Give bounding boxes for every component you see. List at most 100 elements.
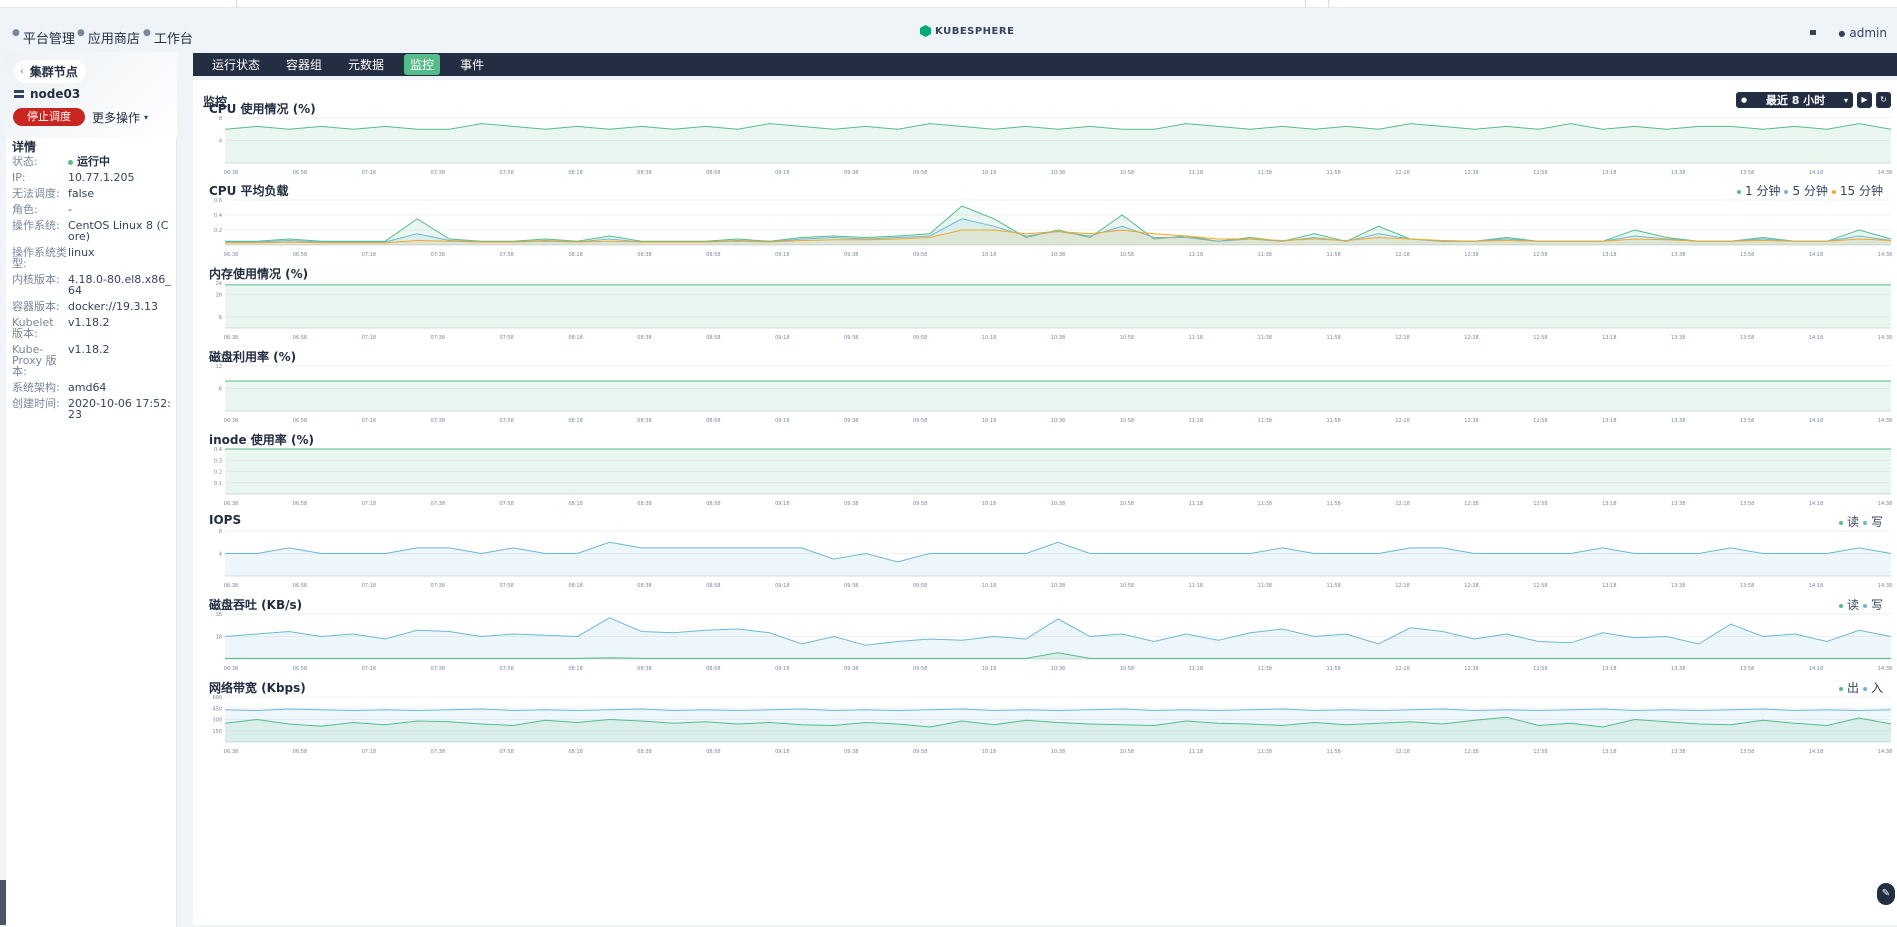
series-area	[225, 381, 1891, 411]
x-tick-label: 11:18	[1189, 501, 1203, 507]
stop-scheduling-button[interactable]: 停止调度	[13, 108, 85, 126]
y-tick-label: 450	[212, 706, 222, 712]
platform-icon: ●	[12, 27, 20, 38]
x-tick-label: 07:58	[499, 583, 513, 589]
x-tick-label: 07:18	[362, 749, 376, 755]
x-tick-label: 09:38	[844, 501, 858, 507]
logo-text: KUBESPHERE	[935, 25, 1015, 37]
x-tick-label: 08:18	[568, 666, 582, 672]
logo[interactable]: KUBESPHERE	[920, 25, 1014, 37]
detail-value: v1.18.2	[68, 343, 110, 356]
user-icon: ●	[1838, 28, 1846, 38]
tab-bar: 运行状态 容器组 元数据 监控 事件	[193, 53, 1897, 76]
y-tick-label: 0.1	[214, 481, 222, 487]
nav-store[interactable]: ● 应用商店	[77, 28, 140, 48]
detail-key: Kubelet 版本:	[12, 316, 54, 340]
x-tick-label: 08:18	[568, 335, 582, 341]
x-tick-label: 11:18	[1189, 170, 1203, 176]
detail-value: -	[68, 203, 72, 216]
x-tick-label: 07:58	[499, 335, 513, 341]
tab-0[interactable]: 运行状态	[206, 54, 266, 75]
user-menu[interactable]: ● admin	[1838, 26, 1887, 40]
y-tick-label: 0.3	[214, 458, 222, 464]
x-tick-label: 14:38	[1878, 666, 1892, 672]
nav-platform[interactable]: ● 平台管理	[12, 27, 75, 48]
more-actions-button[interactable]: 更多操作 ▾	[92, 109, 148, 126]
x-tick-label: 06:38	[224, 170, 238, 176]
detail-key: 系统架构:	[12, 381, 60, 394]
x-tick-label: 12:58	[1533, 170, 1547, 176]
x-tick-label: 07:38	[431, 583, 445, 589]
x-tick-label: 09:38	[844, 418, 858, 424]
x-tick-label: 13:38	[1671, 666, 1685, 672]
x-tick-label: 11:38	[1258, 252, 1272, 258]
x-tick-label: 07:38	[431, 335, 445, 341]
series-area	[225, 542, 1891, 576]
detail-row: 角色: -	[12, 204, 174, 215]
x-tick-label: 07:38	[431, 418, 445, 424]
x-tick-label: 06:38	[224, 666, 238, 672]
y-tick-label: 36	[216, 612, 222, 618]
detail-key: 容器版本:	[12, 300, 60, 313]
x-tick-label: 09:38	[844, 749, 858, 755]
x-tick-label: 09:18	[775, 252, 789, 258]
detail-row: IP: 10.77.1.205	[12, 172, 174, 183]
details-title: 详情	[12, 140, 37, 154]
notification-icon[interactable]	[1810, 30, 1816, 35]
x-tick-label: 08:38	[637, 501, 651, 507]
detail-row: 状态: 运行中	[12, 156, 174, 167]
detail-key: IP:	[12, 171, 26, 184]
y-tick-label: 18	[216, 635, 222, 641]
chart-svg: 12 6 06:38 06:58 07:18 07:38 07:58 08:18 08:38 08…	[216, 364, 1893, 424]
x-tick-label: 12:38	[1464, 335, 1478, 341]
back-button[interactable]: ‹ 集群节点	[14, 60, 86, 83]
details-list: 状态: 运行中 IP: 10.77.1.205 无法调度: false 角色: - 操作系统: C…	[12, 156, 174, 425]
detail-value: v1.18.2	[68, 316, 110, 329]
x-tick-label: 11:18	[1189, 335, 1203, 341]
x-tick-label: 06:38	[224, 749, 238, 755]
x-tick-label: 14:38	[1878, 749, 1892, 755]
x-tick-label: 07:18	[362, 252, 376, 258]
x-tick-label: 07:58	[499, 418, 513, 424]
x-tick-label: 10:18	[982, 335, 996, 341]
y-tick-label: 0.6	[214, 198, 222, 204]
y-tick-label: 0.4	[214, 447, 222, 453]
edit-fab-button[interactable]: ✎	[1877, 883, 1895, 905]
top-strip	[0, 0, 1897, 8]
tab-2[interactable]: 元数据	[342, 54, 390, 75]
x-tick-label: 09:58	[913, 501, 927, 507]
detail-key: 操作系统类型:	[12, 246, 67, 270]
tab-3[interactable]: 监控	[404, 54, 441, 75]
chart-block: 磁盘吞吐 (KB/s) 读写 36 18 06:38 06:58 07:18 07:38 07:…	[203, 596, 1893, 676]
chart-svg: 36 18 06:38 06:58 07:18 07:38 07:58 08:18 08:38 0…	[216, 612, 1893, 672]
x-tick-label: 08:18	[568, 501, 582, 507]
tab-1[interactable]: 容器组	[280, 54, 328, 75]
detail-key: 内核版本:	[12, 273, 60, 286]
edit-icon: ✎	[1881, 888, 1891, 899]
tab-4[interactable]: 事件	[454, 54, 490, 75]
x-tick-label: 10:38	[1051, 501, 1065, 507]
detail-key: 操作系统:	[12, 219, 60, 232]
x-tick-label: 12:58	[1533, 583, 1547, 589]
nav-workbench[interactable]: ● 工作台	[143, 28, 193, 48]
x-tick-label: 11:58	[1326, 170, 1340, 176]
chart-block: 内存使用情况 (%) 24 18 6 06:38 06:58 07:18 07:38 07:58…	[203, 265, 1893, 345]
x-tick-label: 13:18	[1602, 252, 1616, 258]
more-actions-label: 更多操作	[92, 111, 141, 125]
y-tick-label: 8	[219, 529, 222, 535]
chart-block: IOPS 读写 8 4 06:38 06:58 07:18 07:38 07:58 08:18 08…	[203, 513, 1893, 593]
x-tick-label: 11:18	[1189, 583, 1203, 589]
x-tick-label: 13:18	[1602, 749, 1616, 755]
x-tick-label: 12:58	[1533, 666, 1547, 672]
x-tick-label: 06:58	[293, 418, 307, 424]
x-tick-label: 09:58	[913, 666, 927, 672]
x-tick-label: 11:18	[1189, 666, 1203, 672]
x-tick-label: 08:58	[706, 335, 720, 341]
legend-dot-icon	[1862, 686, 1867, 691]
x-tick-label: 12:38	[1464, 252, 1478, 258]
detail-value: 10.77.1.205	[68, 171, 135, 184]
x-tick-label: 10:18	[982, 501, 996, 507]
legend-dot-icon	[1838, 603, 1843, 608]
x-tick-label: 08:18	[568, 170, 582, 176]
detail-value: 运行中	[68, 156, 174, 167]
